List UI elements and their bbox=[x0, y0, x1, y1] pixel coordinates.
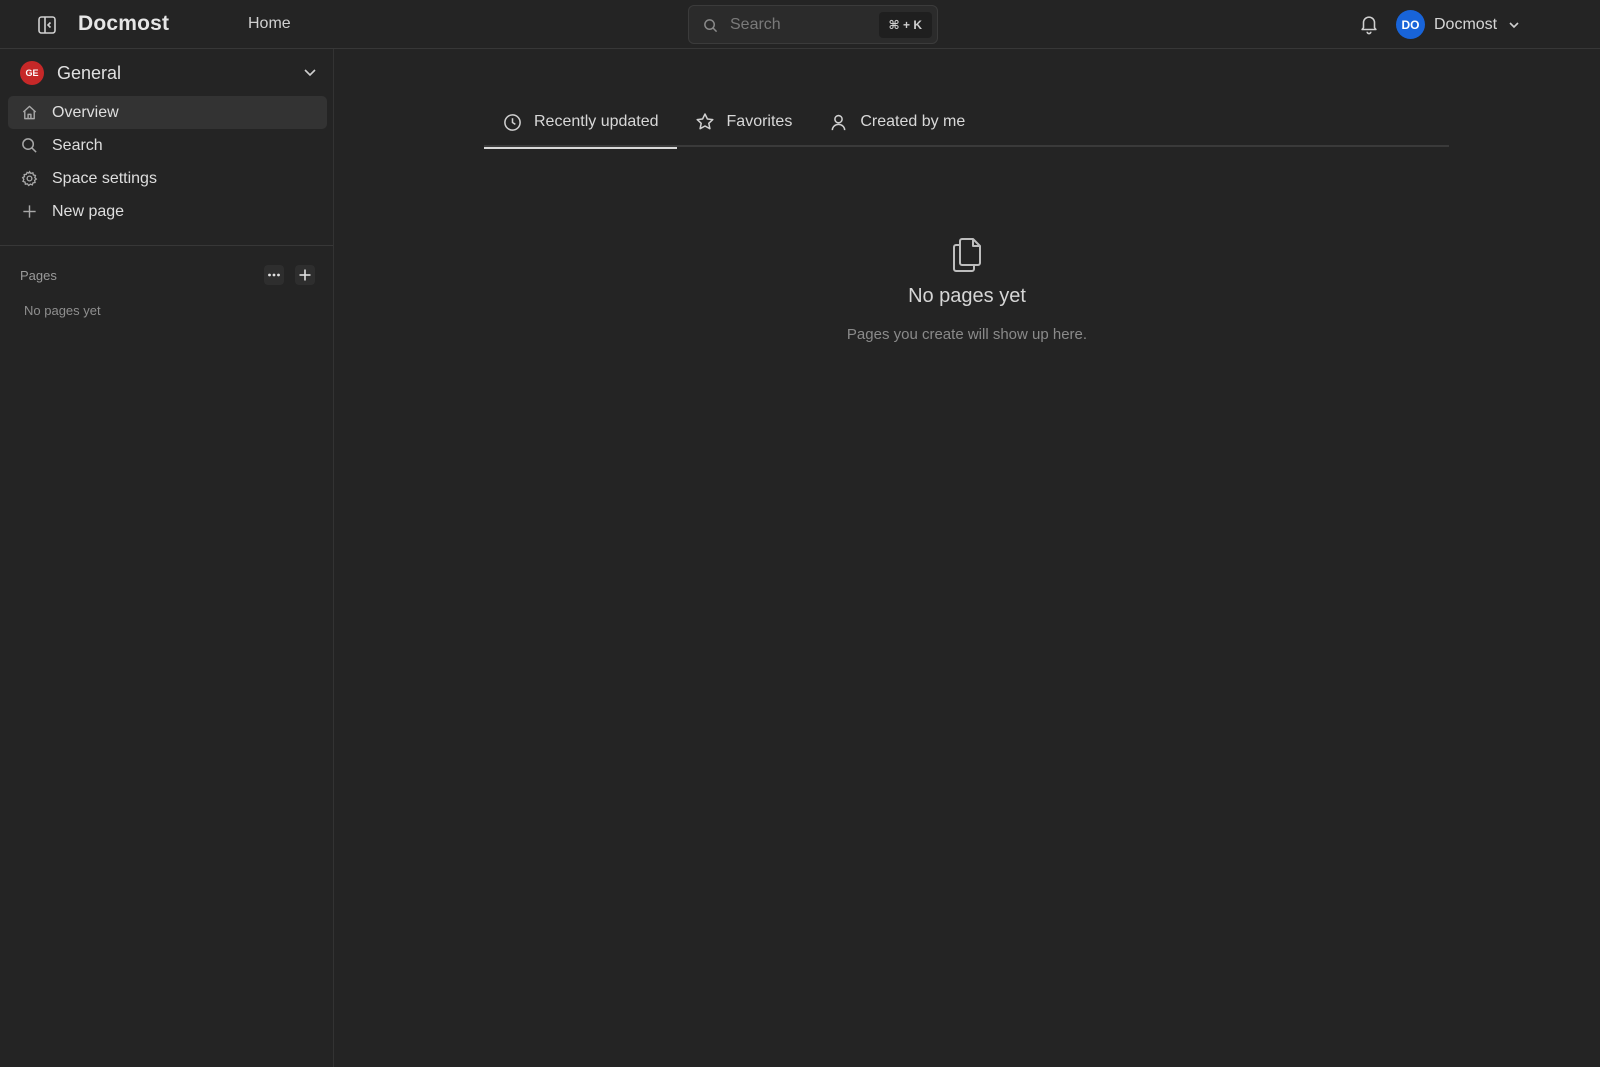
top-bar: Docmost Home Search ⌘ + K DO Docmost bbox=[0, 0, 1600, 49]
sidebar-item-label: New page bbox=[52, 202, 125, 220]
search-placeholder: Search bbox=[730, 16, 781, 33]
more-horizontal-icon bbox=[268, 273, 280, 277]
sidebar-divider bbox=[0, 245, 333, 246]
sidebar-item-space-settings[interactable]: Space settings bbox=[8, 162, 327, 195]
tab-label: Recently updated bbox=[534, 113, 659, 130]
pages-more-button[interactable] bbox=[264, 265, 284, 285]
tab-created-by-me[interactable]: Created by me bbox=[810, 97, 983, 147]
sidebar-item-label: Space settings bbox=[52, 169, 157, 187]
empty-state: No pages yet Pages you create will show … bbox=[334, 235, 1600, 343]
plus-icon bbox=[20, 203, 38, 221]
sidebar-item-label: Search bbox=[52, 136, 103, 154]
clock-icon bbox=[502, 112, 522, 132]
user-name: Docmost bbox=[1434, 15, 1498, 33]
space-switcher[interactable]: GE General bbox=[20, 60, 318, 86]
sidebar-empty-pages-text: No pages yet bbox=[24, 303, 101, 318]
tab-label: Created by me bbox=[860, 113, 966, 130]
sidebar-toggle-button[interactable] bbox=[36, 14, 58, 36]
chevron-down-icon bbox=[1509, 21, 1519, 28]
overview-tabs: Recently updated Favorites Created by me bbox=[484, 97, 1449, 149]
chevron-down-icon bbox=[304, 69, 316, 77]
tab-recently-updated[interactable]: Recently updated bbox=[484, 97, 677, 149]
pages-section-title: Pages bbox=[20, 268, 57, 283]
main-content: Recently updated Favorites Created by me bbox=[334, 49, 1600, 1067]
search-bar[interactable]: Search ⌘ + K bbox=[688, 5, 938, 44]
plus-icon bbox=[299, 269, 311, 281]
notifications-button[interactable] bbox=[1358, 13, 1380, 35]
empty-state-subtitle: Pages you create will show up here. bbox=[846, 326, 1088, 343]
tab-favorites[interactable]: Favorites bbox=[677, 97, 811, 147]
sidebar: GE General Overview Search Space setting… bbox=[0, 49, 334, 1067]
user-menu[interactable]: DO Docmost bbox=[1396, 9, 1521, 40]
user-icon bbox=[828, 112, 848, 132]
empty-state-title: No pages yet bbox=[908, 285, 1026, 307]
home-icon bbox=[20, 104, 38, 122]
search-icon bbox=[20, 137, 38, 155]
sidebar-item-search[interactable]: Search bbox=[8, 129, 327, 162]
search-shortcut-badge: ⌘ + K bbox=[878, 12, 932, 38]
sidebar-item-overview[interactable]: Overview bbox=[8, 96, 327, 129]
sidebar-item-label: Overview bbox=[52, 103, 119, 121]
sidebar-item-new-page[interactable]: New page bbox=[8, 195, 327, 228]
home-link[interactable]: Home bbox=[248, 15, 291, 33]
tab-label: Favorites bbox=[726, 113, 793, 130]
bell-icon bbox=[1361, 16, 1377, 35]
gear-icon bbox=[20, 170, 38, 188]
brand-logo[interactable]: Docmost bbox=[78, 12, 169, 36]
sidebar-nav: Overview Search Space settings New page bbox=[8, 96, 327, 228]
space-avatar: GE bbox=[20, 61, 44, 85]
star-icon bbox=[695, 112, 715, 132]
avatar: DO bbox=[1396, 10, 1425, 39]
space-name: General bbox=[57, 62, 122, 83]
search-icon bbox=[704, 19, 718, 33]
sidebar-toggle-icon bbox=[38, 16, 56, 34]
add-page-button[interactable] bbox=[295, 265, 315, 285]
pages-section-header: Pages bbox=[20, 265, 318, 287]
files-icon bbox=[334, 235, 1600, 275]
